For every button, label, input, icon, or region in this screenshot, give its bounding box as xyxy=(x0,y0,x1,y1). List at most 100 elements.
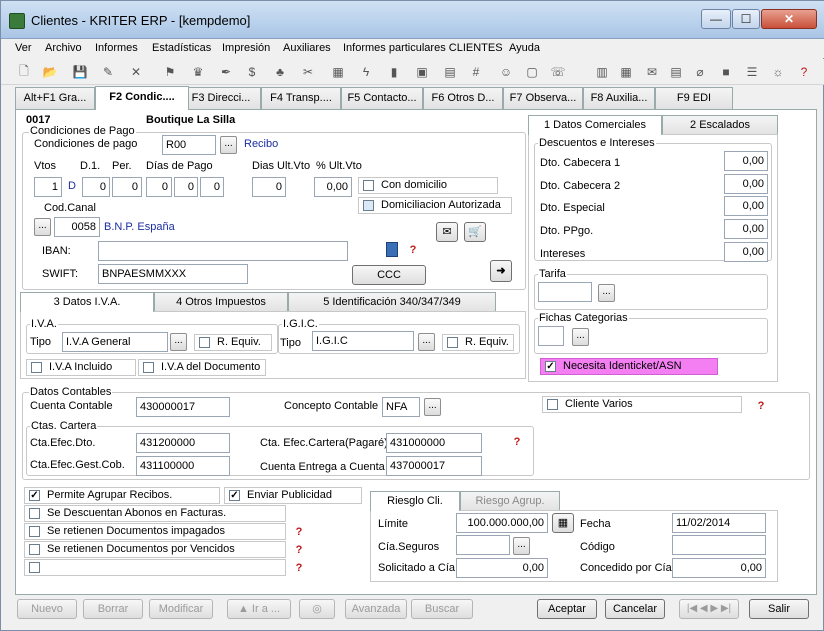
delete-icon[interactable]: ✕ xyxy=(127,63,145,81)
tab-riesgo-cliente[interactable]: Riesglo Cli. xyxy=(370,491,460,511)
dia-pago-3-input[interactable] xyxy=(200,177,224,197)
condiciones-pago-lookup-button[interactable]: ... xyxy=(220,136,237,154)
cart-button[interactable]: 🛒 xyxy=(464,222,486,242)
number-icon[interactable]: # xyxy=(467,63,485,81)
tab-datos-comerciales[interactable]: 1 Datos Comerciales xyxy=(528,115,662,135)
trophy-icon[interactable]: ♛ xyxy=(189,63,207,81)
phone-icon[interactable]: ☏ xyxy=(549,63,567,81)
user-card-icon[interactable]: ☺ xyxy=(497,63,515,81)
list-icon[interactable]: ☰ xyxy=(743,63,761,81)
per-input[interactable] xyxy=(112,177,142,197)
save-icon[interactable]: 💾 xyxy=(71,63,89,81)
tab-condiciones[interactable]: F2 Condic.... xyxy=(95,86,189,110)
dias-ult-input[interactable] xyxy=(252,177,286,197)
calendar-blue-icon[interactable]: ▦ xyxy=(617,63,635,81)
tab-observaciones[interactable]: F7 Observa... xyxy=(503,87,583,109)
bell-icon[interactable]: ♣ xyxy=(271,63,289,81)
tab-transporte[interactable]: F4 Transp.... xyxy=(261,87,341,109)
ira-button[interactable]: ▲ Ir a ... xyxy=(227,599,291,619)
impagados-help-icon[interactable]: ? xyxy=(292,526,306,538)
tab-riesgo-agrupador[interactable]: Riesgo Agrup. xyxy=(460,491,560,511)
tarifa-input[interactable] xyxy=(538,282,592,302)
subtab-identificacion[interactable]: 5 Identificación 340/347/349 xyxy=(288,292,496,312)
tab-direcciones[interactable]: F3 Direcci... xyxy=(181,87,261,109)
subtab-datos-iva[interactable]: 3 Datos I.V.A. xyxy=(20,292,154,312)
arrow-right-button[interactable]: ➜ xyxy=(490,260,512,282)
calendar-icon[interactable]: ▤ xyxy=(441,63,459,81)
help-icon[interactable]: ? xyxy=(406,244,420,256)
cuenta-contable-input[interactable] xyxy=(136,397,230,417)
igic-requiv-checkbox[interactable]: R. Equiv. xyxy=(442,334,514,351)
dollar-icon[interactable]: $ xyxy=(243,63,261,81)
dto-cab1-input[interactable] xyxy=(724,151,768,171)
fichas-input[interactable] xyxy=(538,326,564,346)
d1-input[interactable] xyxy=(82,177,110,197)
card-icon[interactable]: ▢ xyxy=(523,63,541,81)
ccc-button[interactable]: CCC xyxy=(352,265,426,285)
square-icon[interactable]: ■ xyxy=(717,63,735,81)
edit-icon[interactable]: ✎ xyxy=(99,63,117,81)
retienen-impagados-checkbox[interactable]: Se retienen Documentos impagados xyxy=(24,523,286,540)
iva-documento-checkbox[interactable]: I.V.A del Documento xyxy=(138,359,266,376)
document-icon[interactable]: ▤ xyxy=(667,63,685,81)
attach-icon[interactable]: ⌀ xyxy=(691,63,709,81)
calculator-button[interactable]: ▦ xyxy=(552,513,574,533)
tab-graficos[interactable]: Alt+F1 Gra... xyxy=(15,87,95,109)
fingerprint-button[interactable]: ◎ xyxy=(299,599,335,619)
nuevo-button[interactable]: Nuevo xyxy=(17,599,77,619)
identicket-checkbox[interactable]: ✓ Necesita Identicket/ASN xyxy=(540,358,718,375)
menu-ver[interactable]: Ver xyxy=(15,42,32,54)
dia-pago-2-input[interactable] xyxy=(174,177,198,197)
fecha-input[interactable] xyxy=(672,513,766,533)
lightning-icon[interactable]: ϟ xyxy=(357,63,375,81)
limite-input[interactable] xyxy=(456,513,548,533)
lightbulb-icon[interactable]: ☼ xyxy=(769,63,787,81)
pct-ult-input[interactable] xyxy=(314,177,352,197)
retienen-vencidos-checkbox[interactable]: Se retienen Documentos por Vencidos xyxy=(24,541,286,558)
help-icon[interactable]: ? xyxy=(795,63,813,81)
book-icon[interactable] xyxy=(386,242,398,257)
dto-especial-input[interactable] xyxy=(724,196,768,216)
cliente-varios-help-icon[interactable]: ? xyxy=(754,400,768,412)
iva-requiv-checkbox[interactable]: R. Equiv. xyxy=(194,334,272,351)
menu-informes-particulares[interactable]: Informes particulares CLIENTES xyxy=(343,42,503,54)
seguros-input[interactable] xyxy=(456,535,510,555)
iban-input[interactable] xyxy=(98,241,348,261)
new-doc-icon[interactable]: 🗋 xyxy=(15,63,33,81)
concedido-input[interactable] xyxy=(672,558,766,578)
efec-dto-input[interactable] xyxy=(136,433,230,453)
swift-input[interactable] xyxy=(98,264,248,284)
menu-auxiliares[interactable]: Auxiliares xyxy=(283,42,331,54)
agrupar-recibos-checkbox[interactable]: ✓ Permite Agrupar Recibos. xyxy=(24,487,220,504)
riesgo-agrupador-help-icon[interactable]: ? xyxy=(292,562,306,574)
riesgo-agrupador-checkbox[interactable] xyxy=(24,559,286,576)
maximize-button[interactable]: ☐ xyxy=(732,9,760,29)
concepto-lookup-button[interactable]: ... xyxy=(424,398,441,416)
salir-button[interactable]: Salir xyxy=(749,599,809,619)
vtos-input[interactable] xyxy=(34,177,62,197)
vencidos-help-icon[interactable]: ? xyxy=(292,544,306,556)
efec-cartera-input[interactable] xyxy=(386,433,482,453)
borrar-button[interactable]: Borrar xyxy=(83,599,143,619)
concepto-contable-input[interactable] xyxy=(382,397,420,417)
tab-auxiliares[interactable]: F8 Auxilia... xyxy=(583,87,655,109)
descuentan-abonos-checkbox[interactable]: Se Descuentan Abonos en Facturas. xyxy=(24,505,286,522)
tab-contactos[interactable]: F5 Contacto... xyxy=(341,87,423,109)
igic-tipo-input[interactable] xyxy=(312,331,414,351)
enviar-publicidad-checkbox[interactable]: ✓ Enviar Publicidad xyxy=(224,487,362,504)
buscar-button[interactable]: Buscar xyxy=(411,599,473,619)
menu-ayuda[interactable]: Ayuda xyxy=(509,42,540,54)
gest-cob-input[interactable] xyxy=(136,456,230,476)
solicitado-input[interactable] xyxy=(456,558,548,578)
entrega-input[interactable] xyxy=(386,456,482,476)
tools-icon[interactable]: ✂ xyxy=(299,63,317,81)
intereses-input[interactable] xyxy=(724,242,768,262)
dia-pago-1-input[interactable] xyxy=(146,177,172,197)
cliente-varios-checkbox[interactable]: Cliente Varios xyxy=(542,396,742,413)
menu-informes[interactable]: Informes xyxy=(95,42,138,54)
avanzada-button[interactable]: Avanzada xyxy=(345,599,407,619)
menu-estadisticas[interactable]: Estadísticas xyxy=(152,42,211,54)
minimize-button[interactable]: — xyxy=(701,9,731,29)
open-folder-icon[interactable]: 📂 xyxy=(41,63,59,81)
domiciliacion-checkbox[interactable]: Domiciliacion Autorizada xyxy=(358,197,512,214)
